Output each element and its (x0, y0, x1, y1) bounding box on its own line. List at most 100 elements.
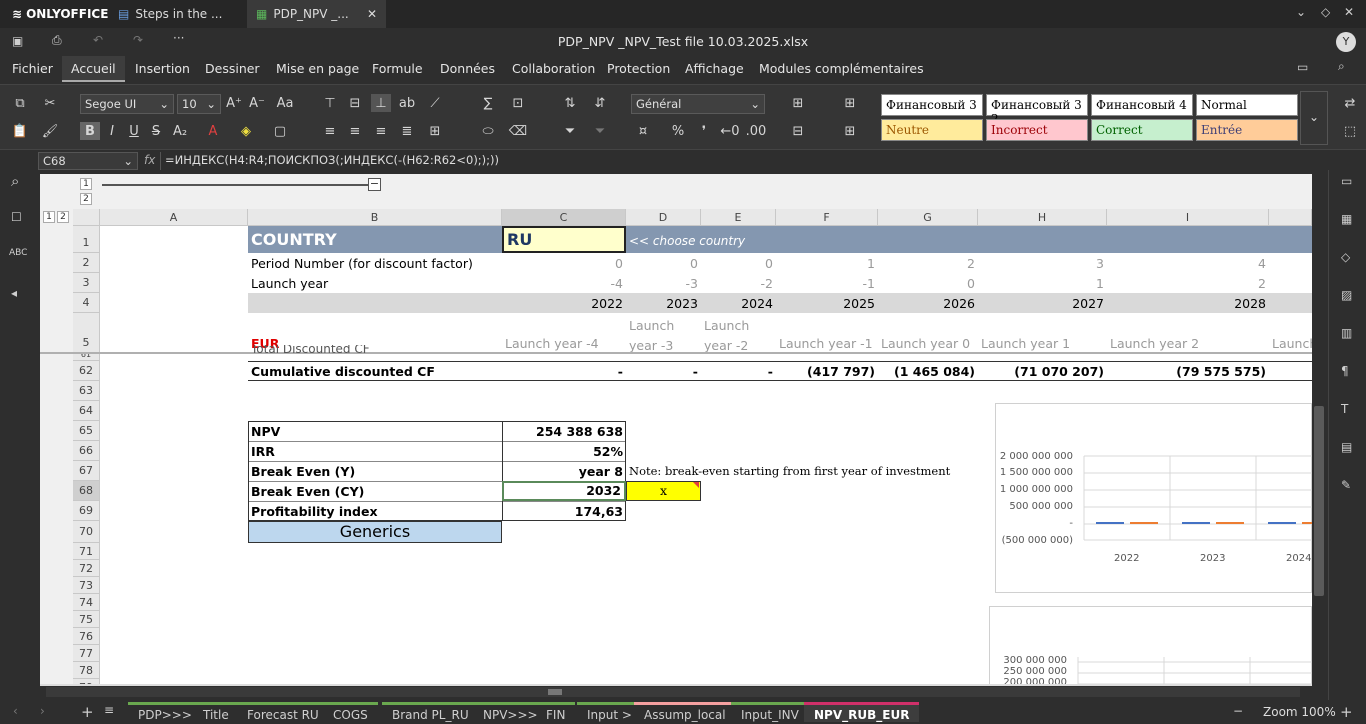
clear-icon[interactable]: ⌫ (508, 122, 528, 140)
italic-icon[interactable]: I (102, 122, 122, 140)
menu-protection[interactable]: Protection (607, 61, 670, 76)
decrease-font-icon[interactable]: A⁻ (247, 94, 267, 112)
styles-expand-icon[interactable]: ⌄ (1300, 91, 1328, 145)
sort-descending-icon[interactable]: ⇵ (590, 94, 610, 112)
row-header[interactable]: 77 (73, 645, 100, 662)
style-correct[interactable]: Correct (1091, 119, 1193, 141)
pin-icon[interactable]: ◇ (1321, 5, 1330, 19)
row-header[interactable]: 69 (73, 501, 100, 521)
vertical-scrollbar[interactable] (1312, 174, 1326, 686)
horizontal-scroll-track[interactable] (46, 687, 1300, 697)
sheet-tab[interactable]: COGS (323, 702, 378, 722)
sheet-tab[interactable]: Assump_local (634, 702, 736, 722)
style-normal[interactable]: Normal (1196, 94, 1298, 116)
outline-level-1[interactable]: 1 (80, 178, 92, 190)
cell-settings-icon[interactable]: ▭ (1341, 174, 1352, 188)
row-header[interactable]: 1 (73, 226, 100, 253)
paragraph-settings-icon[interactable]: ¶ (1341, 364, 1349, 378)
sheet-tab[interactable]: Title (193, 702, 239, 722)
row-header[interactable]: 74 (73, 594, 100, 611)
increase-decimal-icon[interactable]: .00 (746, 122, 767, 140)
search-icon[interactable]: ⌕ (11, 172, 19, 190)
replace-icon[interactable]: ⇄ (1340, 94, 1360, 112)
zoom-level[interactable]: Zoom 100% (1263, 705, 1336, 719)
decrease-decimal-icon[interactable]: ←0 (720, 122, 740, 140)
named-ranges-icon[interactable]: ⊡ (508, 94, 528, 112)
justify-icon[interactable]: ≣ (397, 122, 417, 140)
menu-collaboration[interactable]: Collaboration (512, 61, 595, 76)
horizontal-scrollbar[interactable] (40, 686, 1312, 698)
insert-cells-icon[interactable]: ⊞ (788, 94, 808, 112)
menu-dessiner[interactable]: Dessiner (205, 61, 260, 76)
sheet-tab[interactable]: PDP>>> (128, 702, 202, 722)
sheet-tab[interactable]: Input_INV (731, 702, 809, 722)
select-all-corner[interactable] (73, 209, 100, 226)
align-right-icon[interactable]: ≡ (371, 122, 391, 140)
cut-icon[interactable]: ✂ (40, 94, 60, 112)
formula-input[interactable]: =ИНДЕКС(H4:R4;ПОИСКПОЗ(;ИНДЕКС(-(H62:R62… (160, 152, 1330, 170)
open-location-icon[interactable]: ▭ (1297, 60, 1308, 74)
chevron-down-icon[interactable]: ⌄ (1296, 5, 1306, 19)
add-sheet-icon[interactable]: + (81, 703, 94, 721)
collapse-group-button[interactable]: − (368, 178, 381, 191)
subscript-icon[interactable]: A₂ (170, 122, 190, 140)
row-outline-level-2[interactable]: 2 (57, 211, 69, 223)
increase-font-icon[interactable]: A⁺ (224, 94, 244, 112)
font-name-select[interactable]: Segoe UI ⌄ (80, 94, 174, 114)
row-header[interactable]: 63 (73, 381, 100, 401)
remove-filter-icon[interactable]: ⏷ (590, 122, 610, 140)
menu-donnees[interactable]: Données (440, 61, 495, 76)
sum-icon[interactable]: ∑ (478, 94, 498, 112)
signature-icon[interactable]: ✎ (1341, 478, 1351, 492)
row-header[interactable]: 72 (73, 560, 100, 577)
menu-affichage[interactable]: Affichage (685, 61, 744, 76)
column-header-f[interactable]: F (776, 209, 878, 226)
row-header[interactable]: 61 (73, 353, 100, 361)
chart-2[interactable]: 300 000 000 250 000 000 200 000 000 (989, 606, 1312, 686)
outline-level-2[interactable]: 2 (80, 193, 92, 205)
orientation-icon[interactable]: ⟋ (425, 94, 445, 112)
font-size-select[interactable]: 10 ⌄ (177, 94, 221, 114)
next-sheet-icon[interactable]: › (40, 704, 45, 718)
function-icon[interactable]: fx (144, 153, 155, 167)
wrap-text-icon[interactable]: ab (397, 94, 417, 112)
feedback-icon[interactable]: ◂ (11, 286, 17, 300)
menu-insertion[interactable]: Insertion (135, 61, 190, 76)
close-icon[interactable]: ✕ (1344, 5, 1354, 19)
flag-cell[interactable]: x (626, 481, 701, 501)
sheet-tab[interactable]: FIN (536, 702, 576, 722)
pivot-settings-icon[interactable]: ▤ (1341, 440, 1352, 454)
menu-accueil[interactable]: Accueil (62, 56, 125, 82)
row-header[interactable]: 73 (73, 577, 100, 594)
spellcheck-icon[interactable]: ABC (9, 248, 27, 258)
style-financial-3[interactable]: Финансовый 3 (881, 94, 983, 116)
row-header[interactable]: 68 (73, 481, 100, 501)
text-art-icon[interactable]: T (1341, 402, 1348, 416)
prev-sheet-icon[interactable]: ‹ (13, 704, 18, 718)
align-top-icon[interactable]: ⊤ (320, 94, 340, 112)
borders-icon[interactable]: ▢ (270, 122, 290, 140)
filter-icon[interactable]: ⏷ (560, 122, 580, 140)
column-header-c[interactable]: C (502, 209, 626, 226)
row-header[interactable]: 76 (73, 628, 100, 645)
row-header[interactable]: 70 (73, 521, 100, 543)
row-header[interactable]: 65 (73, 421, 100, 441)
row-header[interactable]: 67 (73, 461, 100, 481)
style-incorrect[interactable]: Incorrect (986, 119, 1088, 141)
percent-icon[interactable]: % (668, 122, 688, 140)
row-header[interactable]: 2 (73, 253, 100, 273)
image-settings-icon[interactable]: ▨ (1341, 288, 1352, 302)
column-header-e[interactable]: E (701, 209, 776, 226)
row-header[interactable]: 78 (73, 662, 100, 679)
style-financial-4[interactable]: Финансовый 4 (1091, 94, 1193, 116)
search-icon[interactable]: ⌕ (1338, 59, 1345, 74)
align-center-icon[interactable]: ≡ (345, 122, 365, 140)
row-header[interactable]: 5 (73, 313, 100, 353)
row-header[interactable]: 66 (73, 441, 100, 461)
fill-color-icon[interactable]: ◈ (236, 122, 256, 140)
bold-icon[interactable]: B (80, 122, 100, 140)
sheet-list-icon[interactable]: ≡ (104, 703, 114, 717)
sheet-tab[interactable]: Brand PL_RU (382, 702, 479, 722)
sheet-tab-active[interactable]: NPV_RUB_EUR (804, 702, 920, 722)
row-header[interactable]: 3 (73, 273, 100, 293)
